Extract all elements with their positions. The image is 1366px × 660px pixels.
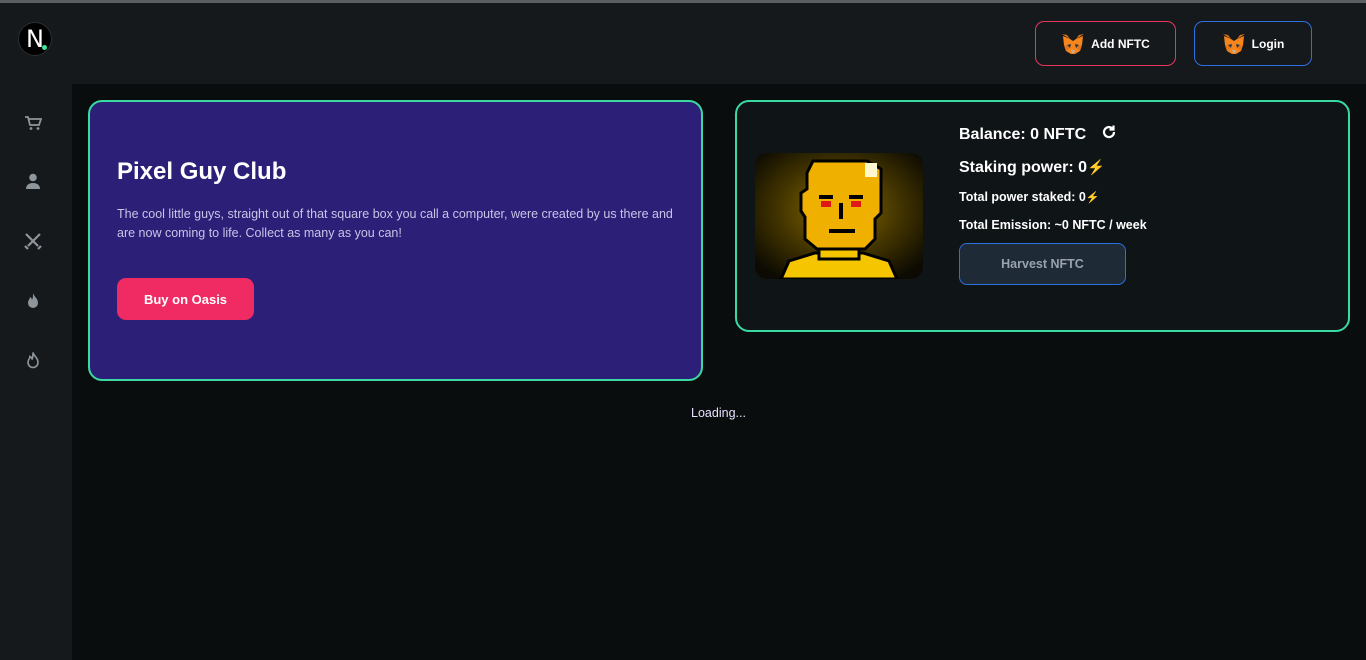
cart-icon[interactable]	[24, 114, 42, 132]
total-emission-row: Total Emission: ~0 NFTC / week	[959, 218, 1147, 232]
total-emission-text: Total Emission: ~0 NFTC / week	[959, 218, 1147, 232]
metamask-fox-icon	[1222, 33, 1245, 54]
flame-icon[interactable]	[24, 292, 42, 310]
buy-on-oasis-button[interactable]: Buy on Oasis	[117, 278, 254, 320]
collection-description: The cool little guys, straight out of th…	[117, 207, 673, 240]
lightning-icon: ⚡	[1085, 192, 1100, 204]
staking-power-row: Staking power: 0⚡	[959, 159, 1105, 177]
harvest-nftc-button[interactable]: Harvest NFTC	[959, 243, 1126, 285]
app-logo[interactable]: N	[18, 22, 52, 56]
collection-card: Pixel Guy Club The cool little guys, str…	[88, 100, 703, 381]
logo-letter: N	[26, 25, 44, 53]
total-power-staked-text: Total power staked: 0	[959, 190, 1086, 204]
balance-text: Balance: 0 NFTC	[959, 126, 1087, 143]
flame-outline-icon[interactable]	[24, 351, 42, 369]
lightning-icon: ⚡	[1087, 160, 1105, 176]
logo-dot	[42, 45, 47, 50]
collection-title: Pixel Guy Club	[117, 158, 287, 185]
top-header: N Add NFTC Login	[0, 3, 1366, 84]
balance-row: Balance: 0 NFTC	[959, 126, 1086, 144]
crossed-swords-icon[interactable]	[24, 232, 42, 250]
login-label: Login	[1251, 36, 1285, 51]
refresh-icon[interactable]	[1101, 124, 1117, 140]
total-power-staked-row: Total power staked: 0⚡	[959, 190, 1100, 204]
add-nftc-label: Add NFTC	[1091, 36, 1150, 51]
user-icon[interactable]	[24, 172, 42, 190]
metamask-fox-icon	[1062, 33, 1085, 54]
staking-power-text: Staking power: 0	[959, 159, 1088, 176]
sidebar	[0, 84, 72, 660]
pixel-guy-nft-image	[755, 153, 923, 279]
loading-indicator: Loading...	[691, 406, 746, 420]
login-button[interactable]: Login	[1194, 21, 1312, 66]
staking-card: Balance: 0 NFTC Staking power: 0⚡ Total …	[735, 100, 1350, 332]
add-nftc-button[interactable]: Add NFTC	[1035, 21, 1176, 66]
